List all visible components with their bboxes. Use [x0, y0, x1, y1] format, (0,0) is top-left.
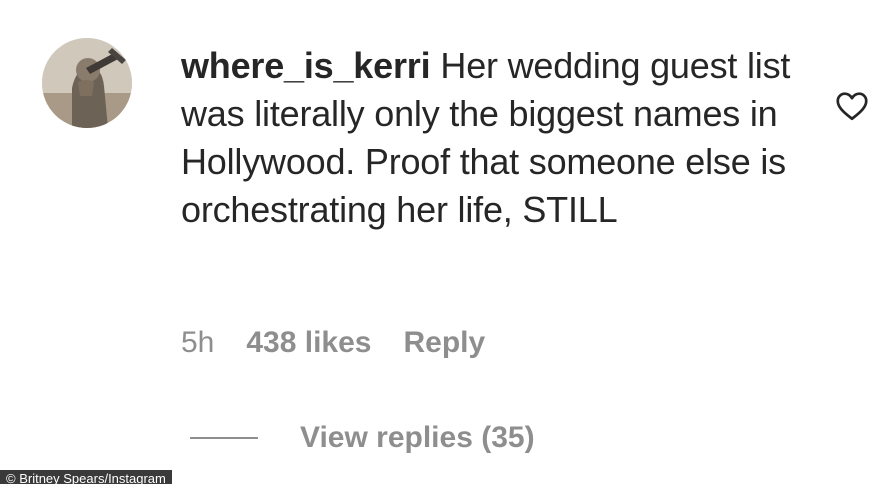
- comment-body: where_is_kerri Her wedding guest list was…: [181, 42, 801, 234]
- image-credit: © Britney Spears/Instagram: [0, 470, 172, 484]
- comment-text-block: where_is_kerri Her wedding guest list was…: [181, 42, 801, 234]
- replies-divider-line: [190, 437, 258, 439]
- avatar[interactable]: [42, 38, 132, 128]
- reply-button[interactable]: Reply: [404, 326, 486, 359]
- view-replies-button[interactable]: View replies (35): [190, 421, 535, 455]
- like-button[interactable]: [834, 88, 870, 124]
- comment-timestamp: 5h: [181, 326, 215, 359]
- comment-username[interactable]: where_is_kerri: [181, 45, 431, 86]
- heart-outline-icon: [836, 92, 868, 121]
- comment-meta: 5h 438 likes Reply: [181, 326, 517, 360]
- comment: where_is_kerri Her wedding guest list was…: [0, 0, 880, 484]
- avatar-image: [42, 38, 132, 128]
- view-replies-label: View replies (35): [300, 421, 535, 454]
- likes-count[interactable]: 438 likes: [246, 326, 371, 359]
